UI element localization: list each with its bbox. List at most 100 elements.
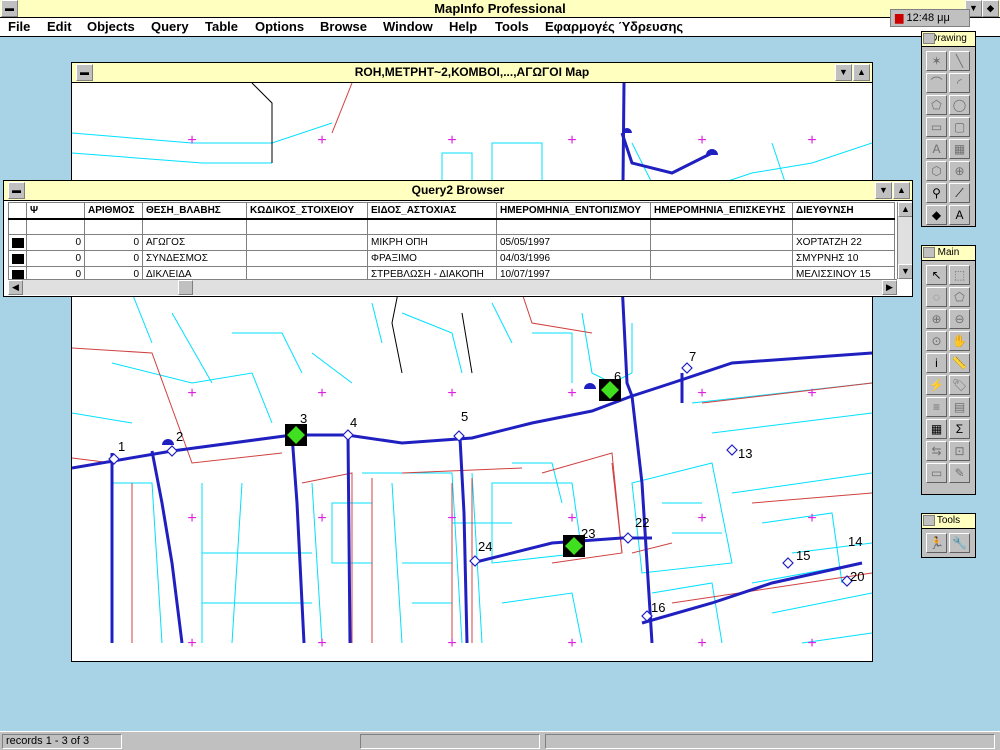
table-cell[interactable]: ΜΙΚΡΗ ΟΠΗ xyxy=(367,234,497,251)
drawing-palette-title-bar[interactable]: Drawing xyxy=(922,32,975,47)
clip-region-icon[interactable]: ⊡ xyxy=(949,441,970,461)
rounded-rect-icon[interactable]: ▢ xyxy=(949,117,970,137)
map-maximize-button[interactable]: ▲ xyxy=(853,64,870,81)
statistics-icon[interactable]: ▦ xyxy=(926,419,947,439)
add-node-icon[interactable]: ⊕ xyxy=(949,161,970,181)
menu-options[interactable]: Options xyxy=(255,19,304,34)
frame-icon[interactable]: ▦ xyxy=(949,139,970,159)
table-cell[interactable]: ΣΥΝΔΕΣΜΟΣ xyxy=(142,250,247,267)
region-style-icon[interactable]: ◆ xyxy=(926,205,947,225)
marquee-select-icon[interactable]: ⬚ xyxy=(949,265,970,285)
menu-edit[interactable]: Edit xyxy=(47,19,72,34)
tool-manager-icon[interactable]: 🔧 xyxy=(949,533,970,553)
table-cell[interactable]: ΦΡΑΞΙΜΟ xyxy=(367,250,497,267)
browser-title-bar[interactable]: ▬ Query2 Browser ▼ ▲ xyxy=(4,181,912,201)
scroll-thumb[interactable] xyxy=(178,280,193,295)
system-menu-button[interactable]: ▬ xyxy=(1,0,18,17)
table-row[interactable]: 0 0 ΣΥΝΔΕΣΜΟΣ ΦΡΑΞΙΜΟ 04/03/1996 ΣΜΥΡΝΗΣ… xyxy=(8,250,895,267)
menu-file[interactable]: File xyxy=(8,19,30,34)
text-style-icon[interactable]: A xyxy=(949,205,970,225)
browser-system-menu-button[interactable]: ▬ xyxy=(8,182,25,199)
symbol-style-icon[interactable]: ⚲ xyxy=(926,183,947,203)
column-header[interactable]: Ψ xyxy=(26,202,85,220)
run-program-icon[interactable]: 🏃 xyxy=(926,533,947,553)
table-cell[interactable]: ΧΟΡΤΑΤΖΗ 22 xyxy=(792,234,895,251)
map-system-menu-button[interactable]: ▬ xyxy=(76,64,93,81)
zoom-out-icon[interactable]: ⊖ xyxy=(949,309,970,329)
menu-table[interactable]: Table xyxy=(205,19,238,34)
table-cell[interactable]: 0 xyxy=(84,234,143,251)
table-cell[interactable] xyxy=(650,250,793,267)
grabber-icon[interactable]: ✋ xyxy=(949,331,970,351)
table-row[interactable]: 0 0 ΑΓΩΓΟΣ ΜΙΚΡΗ ΟΠΗ 05/05/1997 ΧΟΡΤΑΤΖΗ… xyxy=(8,234,895,251)
table-cell[interactable]: ΑΓΩΓΟΣ xyxy=(142,234,247,251)
main-palette-title-bar[interactable]: Main xyxy=(922,246,975,261)
map-window-title-bar[interactable]: ▬ ROH,ΜΕΤΡΗΤ~2,ΚΟΜΒΟΙ,...,ΑΓΩΓΟΙ Map ▼ ▲ xyxy=(72,63,872,83)
table-cell[interactable] xyxy=(246,250,368,267)
rectangle-icon[interactable]: ▭ xyxy=(926,117,947,137)
horizontal-scrollbar[interactable]: ◀ ▶ xyxy=(8,279,897,295)
row-selector[interactable] xyxy=(8,250,27,267)
scroll-right-button[interactable]: ▶ xyxy=(882,280,897,295)
ruler-icon[interactable]: 📏 xyxy=(949,353,970,373)
menu-help[interactable]: Help xyxy=(449,19,477,34)
table-cell[interactable]: ΣΜΥΡΝΗΣ 10 xyxy=(792,250,895,267)
map-minimize-button[interactable]: ▼ xyxy=(835,64,852,81)
column-header[interactable]: ΑΡΙΘΜΟΣ xyxy=(84,202,143,220)
map-window[interactable]: ▬ ROH,ΜΕΤΡΗΤ~2,ΚΟΜΒΟΙ,...,ΑΓΩΓΟΙ Map ▼ ▲ xyxy=(71,62,873,662)
zoom-in-icon[interactable]: ⊕ xyxy=(926,309,947,329)
layer-control-icon[interactable]: ≡ xyxy=(926,397,947,417)
scroll-down-button[interactable]: ▼ xyxy=(898,264,912,279)
browser-maximize-button[interactable]: ▲ xyxy=(893,182,910,199)
label-icon[interactable]: 🏷 xyxy=(949,375,970,395)
table-cell[interactable]: 0 xyxy=(84,250,143,267)
column-header[interactable]: ΘΕΣΗ_ΒΛΑΒΗΣ xyxy=(142,202,247,220)
radius-select-icon[interactable]: ◌ xyxy=(926,287,947,307)
menu-query[interactable]: Query xyxy=(151,19,189,34)
polyline-icon[interactable]: ⌒ xyxy=(926,73,947,93)
select-icon[interactable]: ↖ xyxy=(926,265,947,285)
legend-icon[interactable]: ▤ xyxy=(949,397,970,417)
info-icon[interactable]: i xyxy=(926,353,947,373)
change-view-icon[interactable]: ⊙ xyxy=(926,331,947,351)
arc-icon[interactable]: ◜ xyxy=(949,73,970,93)
scroll-left-button[interactable]: ◀ xyxy=(8,280,23,295)
table-cell[interactable]: 0 xyxy=(26,234,85,251)
menu-tools[interactable]: Tools xyxy=(495,19,529,34)
table-cell[interactable]: 04/03/1996 xyxy=(496,250,651,267)
table-cell[interactable]: 0 xyxy=(26,250,85,267)
palette-system-menu-button[interactable] xyxy=(923,515,935,526)
menu-browse[interactable]: Browse xyxy=(320,19,367,34)
scroll-up-button[interactable]: ▲ xyxy=(898,202,912,217)
polygon-select-icon[interactable]: ⬠ xyxy=(949,287,970,307)
drag-map-icon[interactable]: ⇆ xyxy=(926,441,947,461)
vertical-scrollbar[interactable]: ▲ ▼ xyxy=(897,202,912,279)
line-style-icon[interactable]: ⟋ xyxy=(949,183,970,203)
column-header[interactable]: ΗΜΕΡΟΜΗΝΙΑ_ΕΠΙΣΚΕΥΗΣ xyxy=(650,202,793,220)
column-header[interactable]: ΗΜΕΡΟΜΗΝΙΑ_ΕΝΤΟΠΙΣΜΟΥ xyxy=(496,202,651,220)
cosmetic-icon[interactable]: ✎ xyxy=(949,463,970,483)
browser-minimize-button[interactable]: ▼ xyxy=(875,182,892,199)
restore-button[interactable]: ◆ xyxy=(982,0,999,17)
column-header[interactable]: ΚΩΔΙΚΟΣ_ΣΤΟΙΧΕΙΟΥ xyxy=(246,202,368,220)
show-map-icon[interactable]: ▭ xyxy=(926,463,947,483)
query-browser-window[interactable]: ▬ Query2 Browser ▼ ▲ Ψ ΑΡΙΘΜΟΣ ΘΕΣΗ_ΒΛΑΒ… xyxy=(3,180,913,297)
table-cell[interactable] xyxy=(650,234,793,251)
pointer-icon[interactable]: ✶ xyxy=(926,51,947,71)
hotlink-icon[interactable]: ⚡ xyxy=(926,375,947,395)
palette-system-menu-button[interactable] xyxy=(923,33,935,44)
line-icon[interactable]: ╲ xyxy=(949,51,970,71)
column-header[interactable]: ΕΙΔΟΣ_ΑΣΤΟΧΙΑΣ xyxy=(367,202,497,220)
sum-icon[interactable]: Σ xyxy=(949,419,970,439)
text-icon[interactable]: A xyxy=(926,139,947,159)
tools-palette-title-bar[interactable]: Tools xyxy=(922,514,975,529)
row-selector[interactable] xyxy=(8,234,27,251)
menu-window[interactable]: Window xyxy=(383,19,433,34)
table-cell[interactable]: 05/05/1997 xyxy=(496,234,651,251)
reshape-icon[interactable]: ⬡ xyxy=(926,161,947,181)
column-header[interactable]: ΔΙΕΥΘΥΝΣΗ xyxy=(792,202,895,220)
palette-system-menu-button[interactable] xyxy=(923,247,935,258)
menu-objects[interactable]: Objects xyxy=(87,19,135,34)
ellipse-icon[interactable]: ◯ xyxy=(949,95,970,115)
menu-water-apps[interactable]: Εφαρμογές Ύδρευσης xyxy=(545,19,683,34)
